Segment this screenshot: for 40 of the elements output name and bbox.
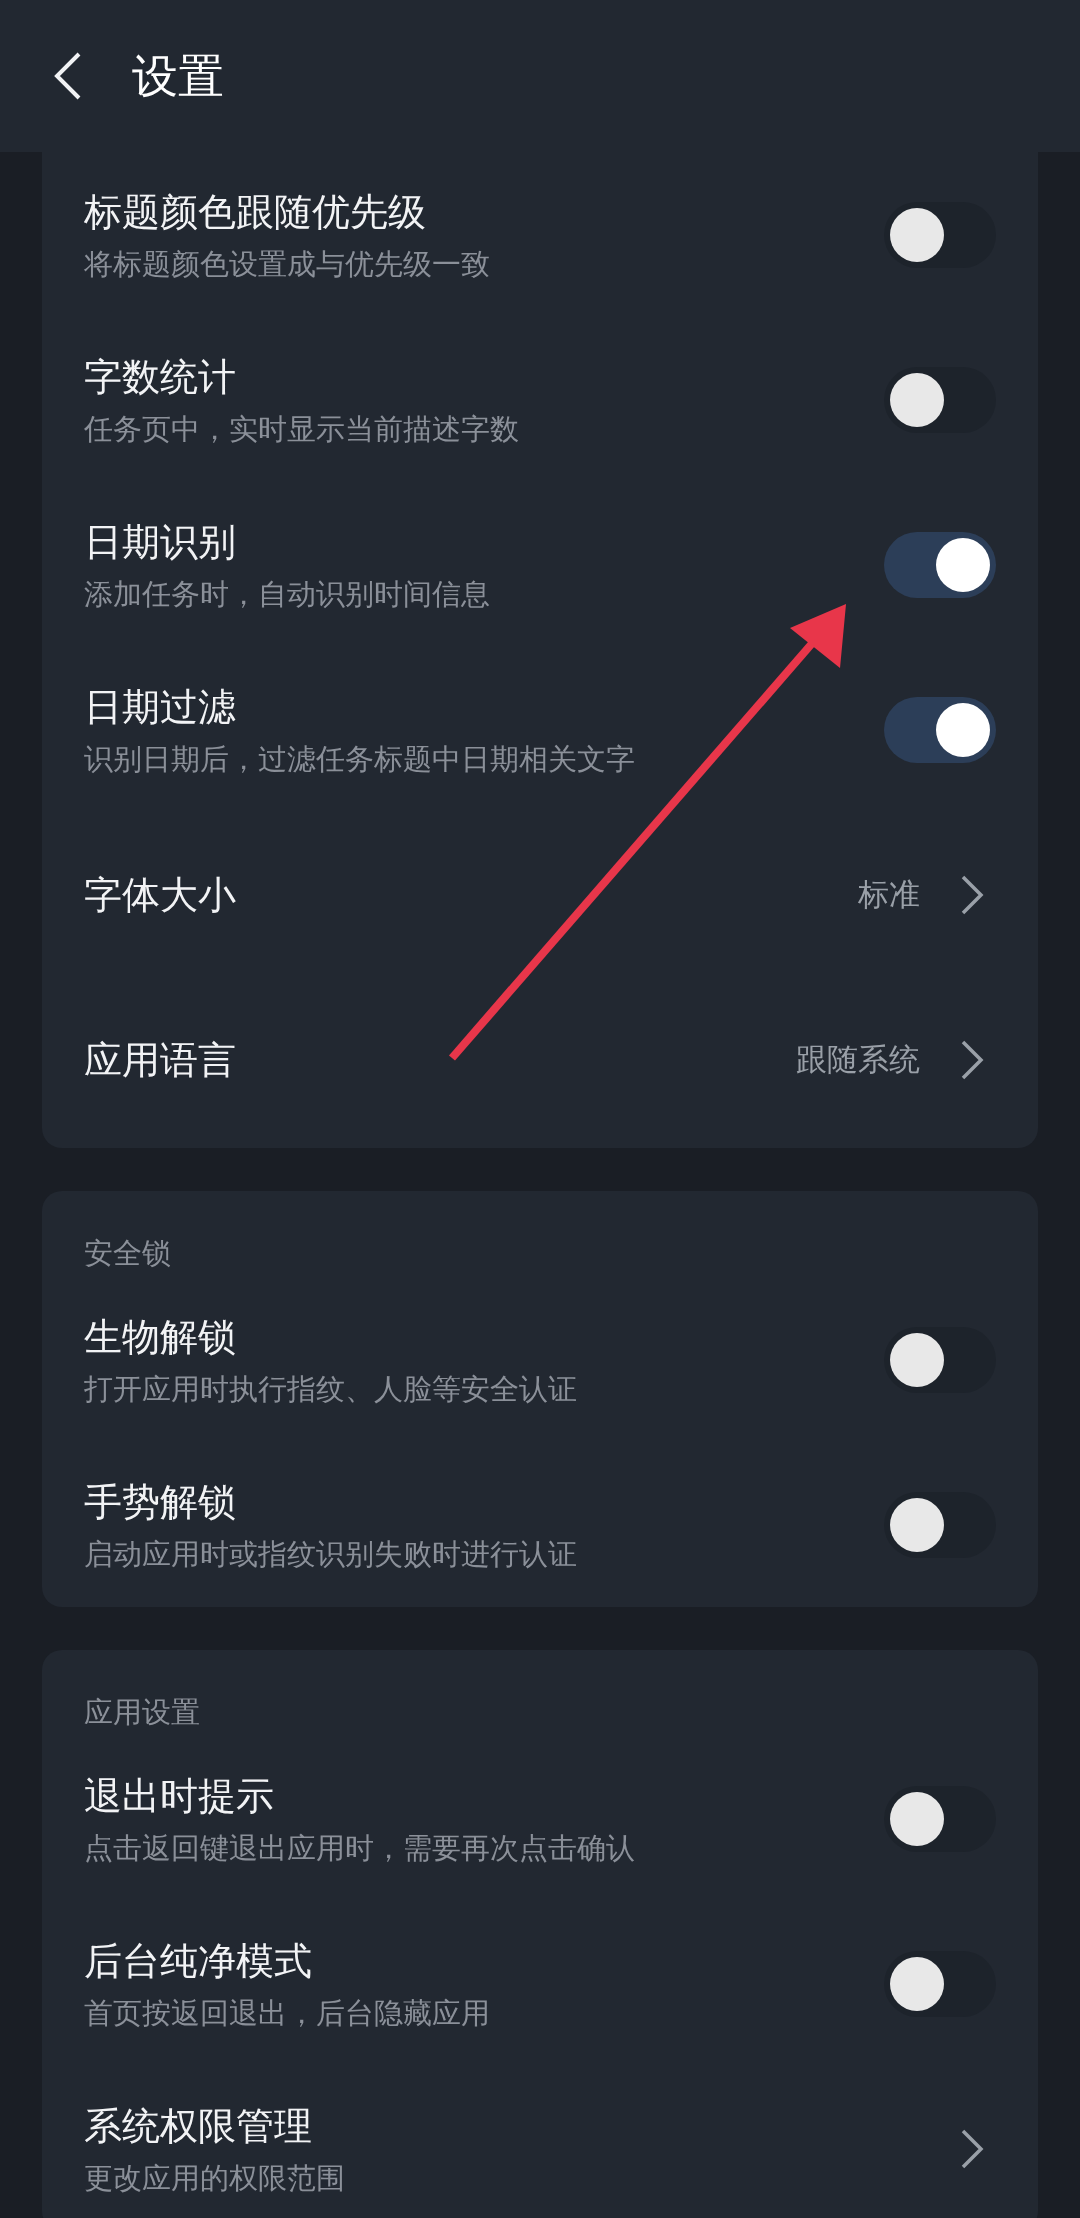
setting-title: 系统权限管理: [84, 2102, 313, 2150]
setting-title: 日期过滤: [84, 683, 237, 731]
section-heading: 应用设置: [84, 1694, 200, 1732]
setting-description: 点击返回键退出应用时，需要再次点击确认: [84, 1829, 636, 1866]
setting-title: 退出时提示: [84, 1772, 275, 1820]
setting-value: 标准: [858, 875, 920, 915]
back-icon[interactable]: [52, 51, 82, 101]
setting-description: 添加任务时，自动识别时间信息: [84, 575, 491, 612]
setting-description: 启动应用时或指纹识别失败时进行认证: [84, 1535, 578, 1572]
settings-row[interactable]: 生物解锁 打开应用时执行指纹、人脸等安全认证: [42, 1277, 1038, 1442]
setting-description: 将标题颜色设置成与优先级一致: [84, 245, 491, 282]
section-heading: 安全锁: [84, 1235, 171, 1273]
setting-title: 手势解锁: [84, 1478, 237, 1526]
settings-row[interactable]: 系统权限管理 更改应用的权限范围: [42, 2066, 1038, 2218]
settings-row[interactable]: 标题颜色跟随优先级 将标题颜色设置成与优先级一致: [42, 152, 1038, 317]
setting-description: 更改应用的权限范围: [84, 2159, 346, 2196]
setting-description: 首页按返回退出，后台隐藏应用: [84, 1994, 491, 2031]
settings-row[interactable]: 字体大小 标准: [42, 812, 1038, 977]
settings-row[interactable]: 日期过滤 识别日期后，过滤任务标题中日期相关文字: [42, 647, 1038, 812]
settings-row[interactable]: 日期识别 添加任务时，自动识别时间信息: [42, 482, 1038, 647]
setting-description: 识别日期后，过滤任务标题中日期相关文字: [84, 740, 636, 777]
setting-title: 字数统计: [84, 353, 237, 401]
setting-title: 日期识别: [84, 518, 237, 566]
chevron-right-icon: [960, 873, 984, 916]
chevron-right-icon: [960, 1038, 984, 1081]
settings-row[interactable]: 后台纯净模式 首页按返回退出，后台隐藏应用: [42, 1901, 1038, 2066]
setting-description: 打开应用时执行指纹、人脸等安全认证: [84, 1370, 578, 1407]
setting-title: 后台纯净模式: [84, 1937, 313, 1985]
chevron-right-icon: [960, 2127, 984, 2170]
setting-title: 生物解锁: [84, 1313, 237, 1361]
page-title: 设置: [132, 47, 224, 105]
setting-value: 跟随系统: [796, 1040, 920, 1080]
setting-title: 应用语言: [84, 1036, 237, 1084]
settings-row[interactable]: 应用语言 跟随系统: [42, 977, 1038, 1142]
setting-description: 任务页中，实时显示当前描述字数: [84, 410, 520, 447]
setting-title: 标题颜色跟随优先级: [84, 188, 427, 236]
settings-row[interactable]: 手势解锁 启动应用时或指纹识别失败时进行认证: [42, 1442, 1038, 1607]
settings-row[interactable]: 退出时提示 点击返回键退出应用时，需要再次点击确认: [42, 1736, 1038, 1901]
setting-title: 字体大小: [84, 871, 237, 919]
settings-row[interactable]: 字数统计 任务页中，实时显示当前描述字数: [42, 317, 1038, 482]
